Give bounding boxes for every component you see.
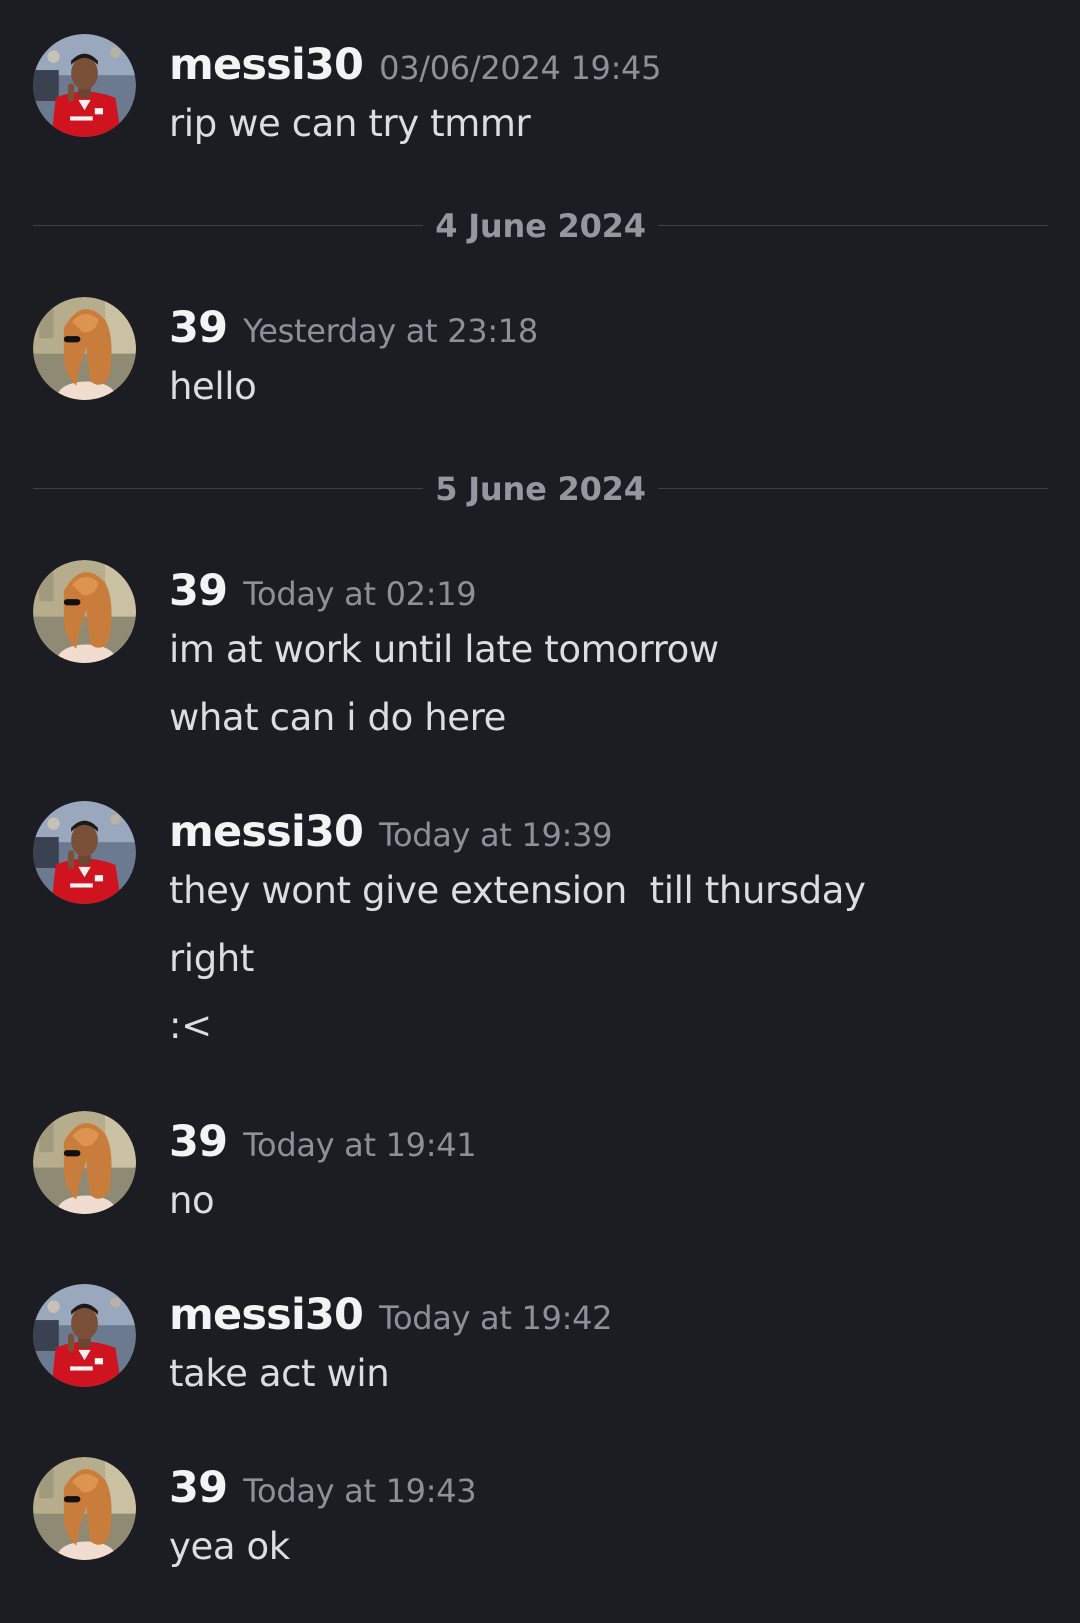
message-header: messi30 Today at 19:39 xyxy=(169,807,613,859)
username[interactable]: messi30 xyxy=(169,807,364,857)
message-text: what can i do here xyxy=(169,696,506,739)
message-text: they wont give extension till thursday xyxy=(169,869,866,912)
message-text: take act win xyxy=(169,1352,390,1395)
date-divider: 4 June 2024 xyxy=(33,206,1048,246)
username[interactable]: 39 xyxy=(169,566,228,616)
message-header: 39 Today at 19:41 xyxy=(169,1117,477,1169)
avatar-39[interactable] xyxy=(33,1457,136,1560)
message-text: right xyxy=(169,937,254,980)
message-text: rip we can try tmmr xyxy=(169,102,531,145)
timestamp[interactable]: Today at 19:42 xyxy=(379,1299,612,1337)
avatar-orange-hair-sunglasses-icon xyxy=(33,1111,136,1214)
avatar-39[interactable] xyxy=(33,560,136,663)
divider-date-label: 5 June 2024 xyxy=(435,470,646,508)
date-divider: 5 June 2024 xyxy=(33,469,1048,509)
username[interactable]: messi30 xyxy=(169,40,364,90)
message-header: 39 Yesterday at 23:18 xyxy=(169,303,538,355)
message-text: yea ok xyxy=(169,1525,290,1568)
avatar-red-football-kit-icon xyxy=(33,801,136,904)
divider-date-label: 4 June 2024 xyxy=(435,207,646,245)
avatar-orange-hair-sunglasses-icon xyxy=(33,297,136,400)
timestamp[interactable]: Today at 19:39 xyxy=(379,816,612,854)
chat-message-list[interactable]: messi30 03/06/2024 19:45 rip we can try t… xyxy=(0,0,1080,1623)
message-header: messi30 03/06/2024 19:45 xyxy=(169,40,661,92)
message-text: im at work until late tomorrow xyxy=(169,628,719,671)
avatar-orange-hair-sunglasses-icon xyxy=(33,1457,136,1560)
avatar-messi30[interactable] xyxy=(33,34,136,137)
message-header: 39 Today at 02:19 xyxy=(169,566,477,618)
timestamp[interactable]: Today at 19:43 xyxy=(243,1472,476,1510)
divider-line xyxy=(658,225,1048,226)
avatar-red-football-kit-icon xyxy=(33,34,136,137)
avatar-messi30[interactable] xyxy=(33,1284,136,1387)
timestamp[interactable]: Yesterday at 23:18 xyxy=(243,312,538,350)
avatar-39[interactable] xyxy=(33,1111,136,1214)
username[interactable]: messi30 xyxy=(169,1290,364,1340)
message-text: :< xyxy=(169,1004,212,1047)
avatar-orange-hair-sunglasses-icon xyxy=(33,560,136,663)
username[interactable]: 39 xyxy=(169,303,228,353)
message-text: no xyxy=(169,1179,215,1222)
message-text: hello xyxy=(169,365,257,408)
avatar-red-football-kit-icon xyxy=(33,1284,136,1387)
divider-line xyxy=(658,488,1048,489)
username[interactable]: 39 xyxy=(169,1117,228,1167)
timestamp[interactable]: Today at 02:19 xyxy=(243,575,476,613)
timestamp[interactable]: 03/06/2024 19:45 xyxy=(379,49,661,87)
avatar-39[interactable] xyxy=(33,297,136,400)
message-header: messi30 Today at 19:42 xyxy=(169,1290,613,1342)
timestamp[interactable]: Today at 19:41 xyxy=(243,1126,476,1164)
username[interactable]: 39 xyxy=(169,1463,228,1513)
message-header: 39 Today at 19:43 xyxy=(169,1463,477,1515)
avatar-messi30[interactable] xyxy=(33,801,136,904)
